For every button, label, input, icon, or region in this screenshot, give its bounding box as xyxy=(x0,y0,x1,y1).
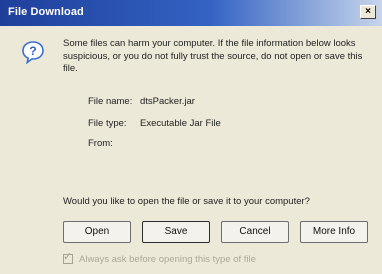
open-button[interactable]: Open xyxy=(63,221,131,243)
file-name-label: File name: xyxy=(88,96,133,107)
cancel-button[interactable]: Cancel xyxy=(221,221,289,243)
file-type-label: File type: xyxy=(88,118,127,129)
window-title: File Download xyxy=(8,6,84,18)
always-ask-label: Always ask before opening this type of f… xyxy=(79,254,256,265)
question-text: Would you like to open the file or save … xyxy=(63,196,310,207)
file-download-dialog: File Download × ? Some files can harm yo… xyxy=(0,0,382,274)
checkmark-icon: ✓ xyxy=(63,251,73,263)
always-ask-checkbox[interactable]: ✓ xyxy=(63,251,73,264)
from-label: From: xyxy=(88,138,113,149)
question-icon: ? xyxy=(22,41,44,64)
more-info-button[interactable]: More Info xyxy=(300,221,368,243)
svg-text:?: ? xyxy=(29,44,36,58)
close-icon: × xyxy=(365,6,371,17)
file-type-value: Executable Jar File xyxy=(140,118,221,129)
close-button[interactable]: × xyxy=(360,5,376,19)
title-bar[interactable]: File Download × xyxy=(0,0,382,26)
save-button[interactable]: Save xyxy=(142,221,210,243)
file-name-value: dtsPacker.jar xyxy=(140,96,195,107)
warning-message: Some files can harm your computer. If th… xyxy=(63,38,363,74)
